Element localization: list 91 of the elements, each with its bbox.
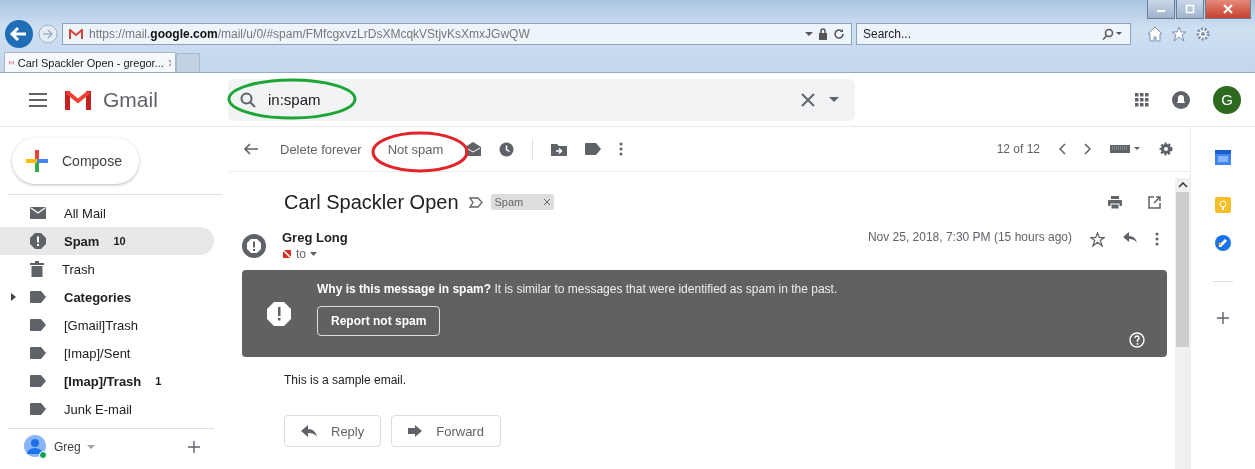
dropdown-icon[interactable]: [829, 96, 839, 103]
envelope-icon: [30, 207, 46, 219]
sidebar-item[interactable]: Junk E-mail: [0, 395, 214, 423]
label-icon: [30, 319, 46, 331]
clock-icon[interactable]: [499, 141, 515, 157]
address-bar[interactable]: https://mail.google.com/mail/u/0/#spam/FMfcgxvzLrDsXMcqkVStjvKsXmxJGwQW: [62, 23, 852, 45]
sidebar-item[interactable]: [Gmail]Trash: [0, 311, 214, 339]
home-icon[interactable]: [1147, 26, 1163, 42]
tab-title: Carl Spackler Open - gregor...: [17, 56, 164, 69]
keyboard-icon[interactable]: [1110, 144, 1140, 154]
help-icon[interactable]: [1129, 332, 1145, 348]
scrollbar-thumb[interactable]: [1176, 192, 1189, 347]
star-icon[interactable]: [1090, 232, 1105, 247]
scrollbar[interactable]: [1175, 178, 1190, 469]
star-icon[interactable]: [1171, 26, 1187, 42]
clear-icon[interactable]: [801, 92, 815, 107]
previous-icon[interactable]: [1058, 143, 1066, 155]
forward-icon: [408, 425, 423, 437]
back-icon[interactable]: [4, 19, 34, 49]
notifications-icon[interactable]: [1171, 89, 1191, 110]
add-icon[interactable]: [1217, 312, 1229, 324]
sidebar-item[interactable]: All Mail: [0, 199, 214, 227]
lock-icon: [818, 28, 828, 40]
browser-search-field[interactable]: Search...: [856, 23, 1131, 45]
account-avatar[interactable]: G: [1213, 85, 1241, 114]
refresh-icon[interactable]: [833, 28, 845, 40]
reply-icon: [301, 425, 317, 437]
reply-button[interactable]: Reply: [284, 415, 382, 447]
sender-name: Greg Long: [282, 230, 348, 245]
label-icon: [30, 347, 46, 359]
close-icon[interactable]: [1205, 0, 1251, 19]
sidebar-item[interactable]: [Imap]/Trash 1: [0, 367, 214, 395]
search-icon[interactable]: [1102, 28, 1124, 40]
minimize-icon[interactable]: [1147, 0, 1175, 19]
trash-icon: [30, 261, 44, 277]
dropdown-icon[interactable]: [805, 31, 813, 37]
unverified-icon: [282, 249, 292, 259]
remove-icon[interactable]: [544, 199, 551, 205]
scroll-up-icon[interactable]: [1177, 182, 1188, 188]
search-icon[interactable]: [240, 91, 256, 108]
app-name: Gmail: [103, 87, 158, 112]
warning-icon: [267, 302, 291, 326]
label-icon[interactable]: [585, 143, 602, 155]
more-icon[interactable]: [1155, 232, 1159, 246]
calendar-icon[interactable]: [1215, 149, 1231, 165]
gmail-icon: [69, 28, 83, 40]
back-arrow-icon[interactable]: [244, 143, 258, 155]
toolbar-action[interactable]: Delete forever: [276, 141, 366, 157]
reply-icon[interactable]: [1123, 232, 1137, 243]
move-to-icon[interactable]: [551, 142, 568, 156]
gmail-logo-icon: [65, 89, 91, 110]
label-icon: [30, 291, 46, 303]
sidebar-item[interactable]: Categories: [0, 283, 214, 311]
next-icon[interactable]: [1084, 143, 1092, 155]
settings-icon[interactable]: [1195, 26, 1211, 42]
plus-icon: [26, 150, 48, 172]
maximize-icon[interactable]: [1176, 0, 1204, 19]
label-icon: [30, 403, 46, 415]
print-icon[interactable]: [1108, 195, 1122, 209]
mark-unread-icon[interactable]: [465, 142, 482, 156]
person-avatar-icon[interactable]: [24, 435, 48, 459]
close-icon[interactable]: [167, 58, 171, 67]
checkmark-icon[interactable]: [1215, 235, 1231, 251]
sidebar-item[interactable]: Spam 10: [0, 227, 214, 255]
sender-avatar-icon: [242, 234, 266, 258]
spam-icon: [30, 233, 46, 249]
importance-marker-icon[interactable]: [468, 196, 483, 208]
sidebar-item[interactable]: [Imap]/Sent: [0, 339, 214, 367]
sidebar-item[interactable]: Trash: [0, 255, 214, 283]
more-icon[interactable]: [619, 142, 624, 156]
spam-label-chip[interactable]: Spam: [490, 194, 555, 210]
compose-button[interactable]: Compose: [12, 138, 139, 184]
expand-arrow-icon[interactable]: [10, 293, 16, 301]
email-body: This is a sample email.: [284, 373, 408, 387]
menu-icon[interactable]: [29, 92, 47, 107]
warning-text: Why is this message in spam? It is similar to messages that were identified as spam in the past.: [317, 282, 838, 296]
mail-search-field[interactable]: in:spam: [228, 78, 855, 121]
dropdown-icon[interactable]: [310, 252, 317, 256]
recipient-label[interactable]: to: [296, 247, 306, 261]
email-date: Nov 25, 2018, 7:30 PM (15 hours ago): [867, 230, 1072, 244]
message-counter: 12 of 12: [996, 142, 1040, 156]
label-icon: [30, 375, 46, 387]
forward-button[interactable]: Forward: [391, 415, 501, 447]
account-name[interactable]: Greg: [54, 440, 81, 454]
browser-tab[interactable]: Carl Spackler Open - gregor...: [4, 52, 176, 72]
report-not-spam-button[interactable]: Report not spam: [317, 306, 441, 336]
open-in-new-window-icon[interactable]: [1148, 195, 1161, 209]
settings-icon[interactable]: [1158, 141, 1174, 157]
add-icon[interactable]: [188, 441, 200, 453]
apps-grid-icon[interactable]: [1135, 92, 1149, 107]
email-subject: Carl Spackler Open: [284, 190, 459, 214]
